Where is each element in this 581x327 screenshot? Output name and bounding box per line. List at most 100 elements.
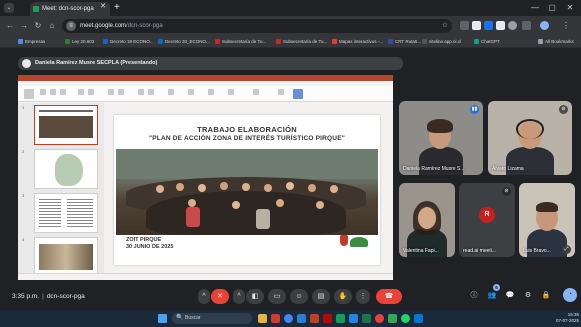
extension-icon[interactable] (508, 21, 517, 30)
participant-hair (427, 119, 453, 133)
mic-off-icon: ✕ (217, 293, 223, 300)
participant-tile[interactable]: Valentina Fapi... (399, 183, 455, 257)
participant-name: read.ai meeti... (463, 248, 497, 254)
slide-thumbnail[interactable] (34, 149, 98, 189)
bookmark-label: Empresas (25, 39, 46, 44)
bookmark-item[interactable]: Ley 20.603 (65, 36, 94, 48)
captions-button[interactable]: ▤ (312, 289, 330, 304)
bookmark-label: siteline.app.oi.cl (429, 39, 462, 44)
bookmark-item[interactable]: Mapas interactivos -... (332, 36, 383, 48)
bookmark-item[interactable]: Decreto 19 ECONO... (103, 36, 154, 48)
people-button[interactable]: 👥 (486, 290, 498, 302)
taskbar-app-icon[interactable] (414, 314, 423, 323)
activities-button[interactable]: ⚙ (522, 290, 534, 302)
minimize-window-button[interactable]: — (528, 1, 542, 15)
presenter-banner: Daniela Ramírez Musre SECPLA (Presentand… (18, 57, 403, 70)
taskbar-search[interactable]: 🔍 Buscar (172, 313, 252, 324)
extension-icon[interactable] (484, 21, 493, 30)
mic-toggle-button[interactable]: ✕ (211, 289, 229, 304)
slide-thumbnails-pane: 1 2 3 4 (18, 103, 104, 280)
chrome-icon[interactable] (284, 314, 293, 323)
bookmark-star-icon[interactable]: ☆ (442, 19, 448, 33)
close-window-button[interactable]: ✕ (563, 1, 577, 15)
ribbon-icon (278, 89, 284, 95)
powerpoint-icon[interactable] (310, 314, 319, 323)
mic-options-button[interactable]: ^ (198, 289, 210, 304)
face (198, 184, 206, 192)
windows-start-icon[interactable] (158, 314, 167, 323)
thumb-text (39, 199, 61, 227)
word-icon[interactable] (349, 314, 358, 323)
raise-hand-button[interactable]: ✋ (334, 289, 352, 304)
file-explorer-icon[interactable] (258, 314, 267, 323)
extensions-puzzle-icon[interactable] (522, 21, 531, 30)
thumb-number: 2 (22, 149, 25, 154)
participant-count-badge: 6 (493, 284, 500, 291)
excel-icon[interactable] (362, 314, 371, 323)
forward-icon[interactable]: → (18, 20, 30, 32)
bookmark-item[interactable]: siteline.app.oi.cl (422, 36, 461, 48)
thumb-map (55, 154, 83, 186)
speaking-indicator-icon: ▮▮ (470, 105, 479, 114)
powerpoint-ribbon (18, 86, 393, 102)
reload-icon[interactable]: ↻ (32, 20, 44, 32)
bookmark-item[interactable]: ChatGPT (474, 36, 500, 48)
present-button[interactable]: ▭ (268, 289, 286, 304)
taskbar-app-icon[interactable] (388, 314, 397, 323)
url-path: /dcn-scor-pga (126, 23, 163, 29)
extension-icon[interactable] (460, 21, 469, 30)
companion-button[interactable]: ◔ (563, 288, 577, 302)
system-clock[interactable]: 15:35 07-07-2025 (549, 312, 579, 324)
bookmark-item[interactable]: CRT Ruta5... (388, 36, 421, 48)
pin-icon[interactable]: ⤢ (562, 245, 571, 254)
slide-subtitle: "PLAN DE ACCIÓN ZONA DE INTERÉS TURÍSTIC… (148, 135, 346, 142)
bookmark-icon (388, 39, 393, 44)
host-controls-button[interactable]: 🔒 (540, 290, 552, 302)
extension-icon[interactable] (496, 21, 505, 30)
participant-tile[interactable]: ▮▮ Daniela Ramírez Musre S... (399, 101, 483, 175)
profile-avatar[interactable] (540, 21, 549, 30)
bookmark-item[interactable]: Subsecretaría de Tu... (215, 36, 266, 48)
slide-thumbnail[interactable] (34, 105, 98, 145)
bookmark-item[interactable]: Empresas (18, 36, 45, 48)
back-icon[interactable]: ← (4, 20, 16, 32)
site-info-icon[interactable]: ≡ (66, 21, 76, 31)
home-icon[interactable]: ⌂ (46, 20, 58, 32)
clothing (186, 207, 200, 227)
bookmark-item[interactable]: Decreto 30_ECONO... (158, 36, 210, 48)
more-options-button[interactable]: ⋮ (356, 289, 370, 304)
bookmark-item[interactable]: Subsecretaría de Tu... (276, 36, 327, 48)
slide-thumbnail[interactable] (34, 193, 98, 233)
maximize-window-button[interactable]: ▢ (545, 1, 559, 15)
meeting-code: dcn-scor-pga (46, 293, 85, 300)
camera-toggle-button[interactable]: ◧ (246, 289, 264, 304)
shared-screen[interactable]: 1 2 3 4 TRABAJO ELABORACIÓN "PLAN DE ACC… (18, 75, 393, 280)
participant-tile[interactable]: ⤢ Luis Bravo... (519, 183, 575, 257)
address-bar[interactable]: ≡ meet.google.com/dcn-scor-pga ☆ (62, 19, 452, 33)
clock-date: 07-07-2025 (555, 318, 579, 323)
participant-tile[interactable]: ⊘ Álvaro Lizama (488, 101, 572, 175)
participant-tile[interactable]: R ⊘ read.ai meeti... (459, 183, 515, 257)
camera-options-button[interactable]: ^ (233, 289, 245, 304)
chat-button[interactable]: 💬 (504, 290, 516, 302)
slide-thumbnail[interactable] (34, 237, 98, 277)
emoji-reactions-button[interactable]: ☺ (290, 289, 308, 304)
tab-search-button[interactable]: ⌄ (4, 3, 14, 13)
ribbon-icon (118, 89, 124, 95)
meeting-info-button[interactable]: ⓘ (468, 290, 480, 302)
bookmark-icon (18, 39, 23, 44)
meeting-details: 3:35 p.m. | dcn-scor-pga (12, 292, 85, 302)
whatsapp-icon[interactable] (401, 314, 410, 323)
browser-menu-icon[interactable]: ⋮ (560, 20, 572, 32)
taskbar-app-icon[interactable] (271, 314, 280, 323)
bookmark-item[interactable]: All Bookmarks (538, 36, 574, 48)
new-tab-button[interactable]: + (114, 2, 120, 14)
leave-call-button[interactable]: ☎ (376, 289, 402, 304)
tab-close-icon[interactable]: ✕ (98, 2, 108, 12)
taskbar-app-icon[interactable] (336, 314, 345, 323)
pdf-reader-icon[interactable] (323, 314, 332, 323)
taskbar-app-icon[interactable] (297, 314, 306, 323)
taskbar-app-icon[interactable] (375, 314, 384, 323)
extension-icon[interactable] (472, 21, 481, 30)
group-photo (116, 149, 378, 235)
